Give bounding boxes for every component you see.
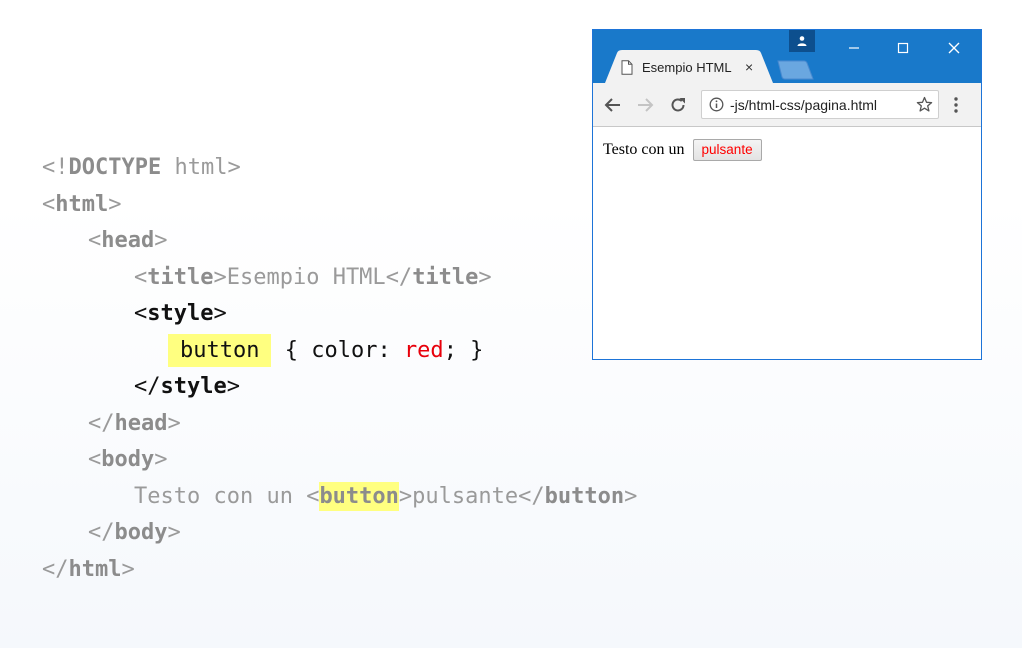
code-line-style-open: <style> bbox=[134, 301, 227, 326]
code-line-css-rule: button { color: red; } bbox=[42, 333, 637, 370]
new-tab-button[interactable] bbox=[776, 60, 814, 80]
kebab-menu-icon[interactable] bbox=[953, 96, 959, 114]
title-tag-close: title bbox=[412, 264, 479, 290]
html-tag: html bbox=[55, 191, 109, 217]
document-icon bbox=[621, 60, 633, 75]
info-icon[interactable] bbox=[709, 97, 724, 112]
url-text: -js/html-css/pagina.html bbox=[730, 97, 878, 113]
code-line-head-open: <head> bbox=[88, 228, 168, 253]
page-viewport: Testo con un pulsante bbox=[593, 127, 981, 161]
code-line-style-close: </style> bbox=[134, 374, 240, 399]
browser-tab[interactable]: Esempio HTML × bbox=[605, 50, 773, 83]
page-text: Testo con un bbox=[603, 141, 685, 158]
body-text: Testo con un bbox=[134, 483, 307, 509]
tab-close-icon[interactable]: × bbox=[745, 59, 753, 75]
tab-title: Esempio HTML bbox=[642, 60, 732, 75]
head-tag-close: head bbox=[114, 410, 168, 436]
code-line-html-open: <html> bbox=[42, 191, 122, 217]
pulsante-button[interactable]: pulsante bbox=[692, 139, 762, 161]
button-text: pulsante bbox=[412, 483, 519, 509]
minimize-icon bbox=[849, 47, 859, 49]
browser-titlebar: Esempio HTML × bbox=[593, 30, 981, 83]
close-window-button[interactable] bbox=[931, 34, 977, 62]
code-line-html-close: </html> bbox=[42, 556, 135, 582]
doctype-keyword: DOCTYPE bbox=[68, 155, 162, 180]
title-tag: title bbox=[147, 264, 214, 290]
html-tag-close: html bbox=[68, 556, 122, 582]
code-line-doctype: <!DOCTYPE html> bbox=[42, 150, 637, 187]
body-tag-close: body bbox=[114, 520, 168, 545]
button-tag-highlight: button bbox=[319, 481, 399, 511]
reload-icon[interactable] bbox=[669, 96, 687, 114]
bookmark-star-icon[interactable] bbox=[916, 96, 933, 113]
button-tag-close: button bbox=[544, 483, 625, 509]
code-line-head-close: </head> bbox=[88, 410, 181, 436]
style-tag: style bbox=[147, 301, 214, 326]
profile-button[interactable] bbox=[789, 30, 815, 52]
maximize-button[interactable] bbox=[880, 34, 926, 62]
code-line-title: <title>Esempio HTML</title> bbox=[134, 264, 492, 290]
css-value: red bbox=[403, 337, 444, 363]
code-line-body-open: <body> bbox=[88, 447, 168, 472]
title-text: Esempio HTML bbox=[226, 264, 386, 290]
maximize-icon bbox=[897, 42, 909, 54]
doctype-rest: html> bbox=[161, 155, 241, 180]
head-tag: head bbox=[101, 228, 155, 253]
css-selector-highlight: button bbox=[168, 333, 272, 367]
doctype-open: <! bbox=[42, 155, 69, 180]
style-tag-close: style bbox=[160, 374, 227, 399]
code-line-body-content: Testo con un <button>pulsante</button> bbox=[134, 481, 638, 511]
back-arrow-icon[interactable] bbox=[604, 96, 622, 114]
css-selector: button bbox=[180, 337, 260, 363]
browser-window: Esempio HTML × -js/html-css/pagina.html bbox=[592, 29, 982, 360]
address-bar[interactable]: -js/html-css/pagina.html bbox=[701, 90, 939, 119]
css-property: { color: bbox=[271, 337, 404, 363]
close-icon bbox=[948, 42, 960, 54]
browser-toolbar: -js/html-css/pagina.html bbox=[593, 83, 981, 127]
forward-arrow-icon[interactable] bbox=[636, 96, 654, 114]
css-end: ; } bbox=[443, 337, 484, 363]
person-icon bbox=[797, 36, 807, 46]
code-line-body-close: </body> bbox=[88, 520, 181, 545]
body-tag: body bbox=[101, 447, 155, 472]
minimize-button[interactable] bbox=[831, 34, 877, 62]
code-listing: <!DOCTYPE html> <html> <head> <title>Ese… bbox=[42, 150, 637, 588]
